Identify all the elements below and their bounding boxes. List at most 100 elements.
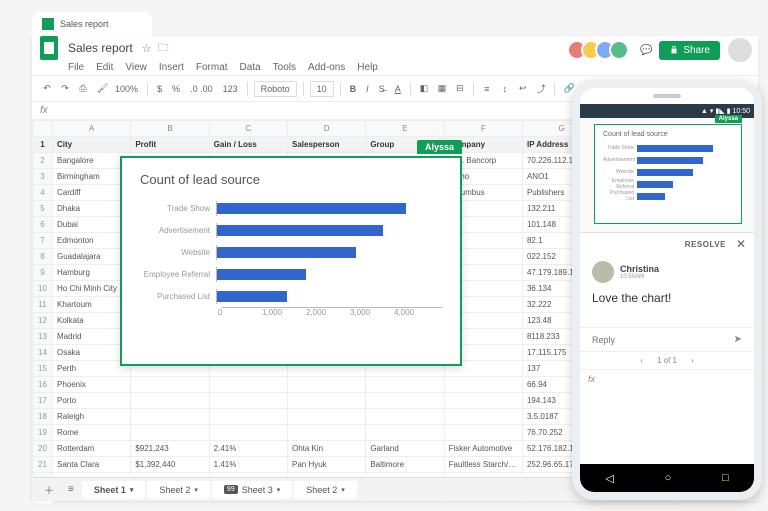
menu-insert[interactable]: Insert <box>159 62 184 73</box>
chevron-down-icon[interactable]: ▾ <box>277 486 281 494</box>
column-header[interactable]: A <box>53 121 131 137</box>
print-icon[interactable]: ⎙ <box>76 81 90 96</box>
cell[interactable]: Rotterdam <box>53 441 131 457</box>
cell[interactable] <box>209 409 287 425</box>
number-format-button[interactable]: 123 <box>220 82 241 96</box>
cell[interactable]: Porto <box>53 393 131 409</box>
chevron-down-icon[interactable]: ▾ <box>341 486 345 494</box>
comment-pager[interactable]: ‹ 1 of 1 › <box>580 351 754 369</box>
row-number[interactable]: 3 <box>33 169 53 185</box>
row-number[interactable]: 10 <box>33 281 53 297</box>
cell[interactable] <box>209 377 287 393</box>
column-header[interactable]: C <box>209 121 287 137</box>
merge-cells-icon[interactable]: ⊟ <box>453 81 467 96</box>
folder-icon[interactable]: 🗀 <box>158 39 169 58</box>
cell[interactable]: Pan Hyuk <box>287 457 365 473</box>
decimals-button[interactable]: .0 .00 <box>187 82 216 96</box>
redo-icon[interactable]: ↷ <box>58 81 72 96</box>
cell[interactable] <box>366 425 444 441</box>
strikethrough-icon[interactable]: S̶ <box>376 82 388 96</box>
sheet-tab[interactable]: Sheet 1▾ <box>82 481 146 499</box>
chevron-down-icon[interactable]: ▾ <box>130 486 134 494</box>
cell[interactable] <box>366 377 444 393</box>
cell[interactable]: Santa Clara <box>53 457 131 473</box>
cell[interactable]: $1,392,440 <box>131 457 209 473</box>
wrap-icon[interactable]: ↩ <box>516 81 530 96</box>
row-number[interactable]: 17 <box>33 393 53 409</box>
cell[interactable]: 1.41% <box>209 457 287 473</box>
font-dropdown[interactable]: Roboto <box>254 81 297 97</box>
column-header[interactable]: D <box>287 121 365 137</box>
cell[interactable] <box>287 425 365 441</box>
text-color-icon[interactable]: A <box>392 82 404 96</box>
cell[interactable] <box>287 393 365 409</box>
bold-icon[interactable]: B <box>347 82 360 96</box>
header-cell[interactable]: Salesperson <box>287 137 365 153</box>
row-number[interactable]: 8 <box>33 249 53 265</box>
avatar[interactable] <box>609 40 629 60</box>
cell[interactable] <box>287 377 365 393</box>
all-sheets-icon[interactable]: ≡ <box>62 481 80 498</box>
cell[interactable]: $921,243 <box>131 441 209 457</box>
cell[interactable] <box>444 377 522 393</box>
cell[interactable] <box>287 409 365 425</box>
resolve-button[interactable]: RESOLVE <box>685 240 726 249</box>
star-icon[interactable]: ☆ <box>142 42 152 55</box>
embedded-chart[interactable]: Alyssa Count of lead source Trade ShowAd… <box>120 156 462 366</box>
menu-data[interactable]: Data <box>240 62 261 73</box>
row-number[interactable]: 21 <box>33 457 53 473</box>
header-cell[interactable]: Profit <box>131 137 209 153</box>
row-number[interactable]: 14 <box>33 345 53 361</box>
column-header[interactable]: F <box>444 121 522 137</box>
cell[interactable] <box>444 425 522 441</box>
header-cell[interactable]: Gain / Loss <box>209 137 287 153</box>
menu-tools[interactable]: Tools <box>273 62 296 73</box>
italic-icon[interactable]: I <box>363 82 372 96</box>
menu-add-ons[interactable]: Add-ons <box>308 62 345 73</box>
row-number[interactable]: 18 <box>33 409 53 425</box>
phone-spreadsheet[interactable]: Alyssa Count of lead source Trade ShowAd… <box>580 118 754 232</box>
column-header[interactable]: E <box>366 121 444 137</box>
browser-tab[interactable]: Sales report <box>32 12 152 36</box>
row-number[interactable]: 7 <box>33 233 53 249</box>
menu-edit[interactable]: Edit <box>96 62 113 73</box>
rotate-icon[interactable]: ⤴ <box>534 80 548 97</box>
cell[interactable]: Ohta Kin <box>287 441 365 457</box>
column-header[interactable] <box>33 121 53 137</box>
comments-button[interactable]: 💬 <box>637 43 651 58</box>
font-size-dropdown[interactable]: 10 <box>310 81 334 97</box>
row-number[interactable]: 4 <box>33 185 53 201</box>
add-sheet-icon[interactable]: ＋ <box>38 479 60 500</box>
fill-color-icon[interactable]: ◧ <box>417 81 431 96</box>
chevron-down-icon[interactable]: ▾ <box>194 486 198 494</box>
row-number[interactable]: 15 <box>33 361 53 377</box>
row-number[interactable]: 9 <box>33 265 53 281</box>
menu-file[interactable]: File <box>68 62 84 73</box>
back-icon[interactable]: ◁ <box>605 472 613 485</box>
cell[interactable]: 2.41% <box>209 441 287 457</box>
home-icon[interactable]: ○ <box>665 472 672 484</box>
phone-embedded-chart[interactable]: Alyssa Count of lead source Trade ShowAd… <box>594 124 742 224</box>
chevron-right-icon[interactable]: › <box>691 356 694 365</box>
cell[interactable]: Rome <box>53 425 131 441</box>
currency-button[interactable]: $ <box>154 82 165 96</box>
row-number[interactable]: 12 <box>33 313 53 329</box>
row-number[interactable]: 2 <box>33 153 53 169</box>
sheets-logo-icon[interactable] <box>40 36 58 60</box>
cell[interactable]: Garland <box>366 441 444 457</box>
account-avatar[interactable] <box>728 38 752 62</box>
sheet-tab[interactable]: Sheet 2▾ <box>294 481 357 499</box>
cell[interactable] <box>131 409 209 425</box>
row-number[interactable]: 1 <box>33 137 53 153</box>
cell[interactable] <box>209 425 287 441</box>
cell[interactable]: Baltimore <box>366 457 444 473</box>
cell[interactable]: Raleigh <box>53 409 131 425</box>
cell[interactable] <box>131 377 209 393</box>
h-align-icon[interactable]: ≡ <box>480 82 494 96</box>
cell[interactable]: Phoenix <box>53 377 131 393</box>
menu-format[interactable]: Format <box>196 62 228 73</box>
header-cell[interactable]: City <box>53 137 131 153</box>
row-number[interactable]: 5 <box>33 201 53 217</box>
collaborator-avatars[interactable] <box>573 40 629 60</box>
reply-input[interactable] <box>592 335 734 345</box>
